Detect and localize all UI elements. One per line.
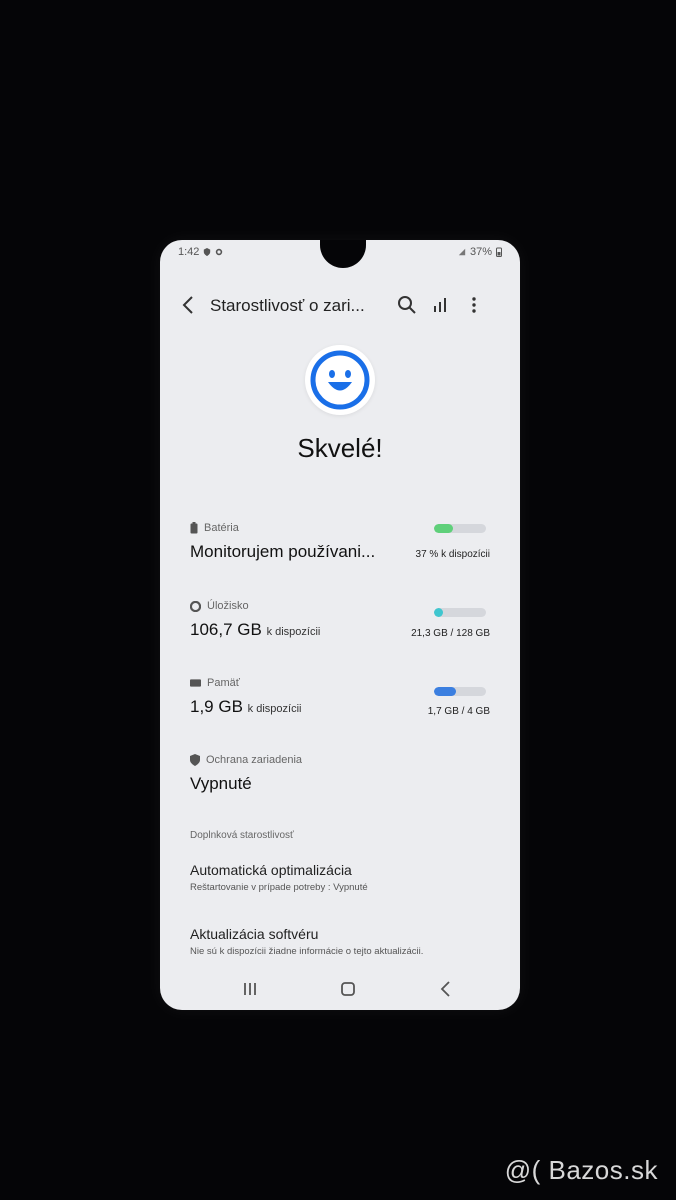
memory-unit: k dispozícii [247,703,302,715]
toolbar: Starostlivosť o zari... [160,290,520,320]
software-update-desc: Nie sú k dispozícii žiadne informácie o … [190,946,424,957]
hero: Skvelé! [160,345,520,464]
navigation-bar [160,966,520,1010]
battery-percent: 37% [469,246,492,258]
memory-card[interactable]: Pamäť 1,9 GB k dispozícii 1,7 GB / 4 GB [190,677,490,717]
storage-card[interactable]: Úložisko 106,7 GB k dispozícii 21,3 GB /… [190,600,490,640]
storage-icon [190,600,201,612]
status-bar: 1:42 37% [178,246,502,260]
auto-optimization-desc: Reštartovanie v prípade potreby : Vypnut… [190,882,368,893]
storage-label: Úložisko [207,600,249,612]
storage-progress [434,608,486,617]
battery-meta: 37 % k dispozícii [415,549,490,560]
storage-meta: 21,3 GB / 128 GB [411,628,490,639]
software-update-title: Aktualizácia softvéru [190,926,319,942]
software-update-item[interactable]: Aktualizácia softvéru Nie sú k dispozíci… [190,926,490,957]
battery-card[interactable]: Batéria Monitorujem používani... 37 % k … [190,522,490,562]
home-icon[interactable] [336,978,360,1000]
memory-meta: 1,7 GB / 4 GB [427,706,490,717]
protection-label: Ochrana zariadenia [206,754,303,766]
memory-progress [434,687,486,696]
battery-label: Batéria [204,522,239,534]
phone-screen: 1:42 37% Starostlivosť o zari... Skvelé!… [160,240,520,1010]
auto-optimization-item[interactable]: Automatická optimalizácia Reštartovanie … [190,862,490,893]
shield-status-icon [204,248,211,256]
shield-icon [190,754,200,766]
search-icon[interactable] [396,294,418,316]
diagnostics-icon[interactable] [430,294,452,316]
storage-unit: k dispozícii [266,626,321,638]
signal-icon [458,248,466,256]
battery-progress [434,524,486,533]
additional-care-header: Doplnková starostlivosť [190,830,294,841]
protection-value: Vypnuté [190,774,252,793]
watermark: @( Bazos.sk [504,1155,658,1185]
storage-value: 106,7 GB [190,620,262,639]
auto-optimization-title: Automatická optimalizácia [190,862,352,878]
recent-apps-icon[interactable] [238,978,262,1000]
page-title: Starostlivosť o zari... [210,296,365,315]
back-arrow-icon[interactable] [178,294,200,316]
status-headline: Skvelé! [297,433,383,463]
settings-status-icon [216,248,223,256]
nav-back-icon[interactable] [434,978,458,1000]
more-options-icon[interactable] [463,294,485,316]
smiley-face-icon [305,345,375,415]
battery-icon [496,247,502,257]
battery-small-icon [190,522,198,534]
protection-card[interactable]: Ochrana zariadenia Vypnuté [190,754,490,794]
memory-label: Pamäť [207,677,240,689]
additional-care-section: Doplnková starostlivosť [190,830,490,841]
memory-icon [190,679,201,687]
status-time: 1:42 [178,246,200,258]
memory-value: 1,9 GB [190,697,243,716]
